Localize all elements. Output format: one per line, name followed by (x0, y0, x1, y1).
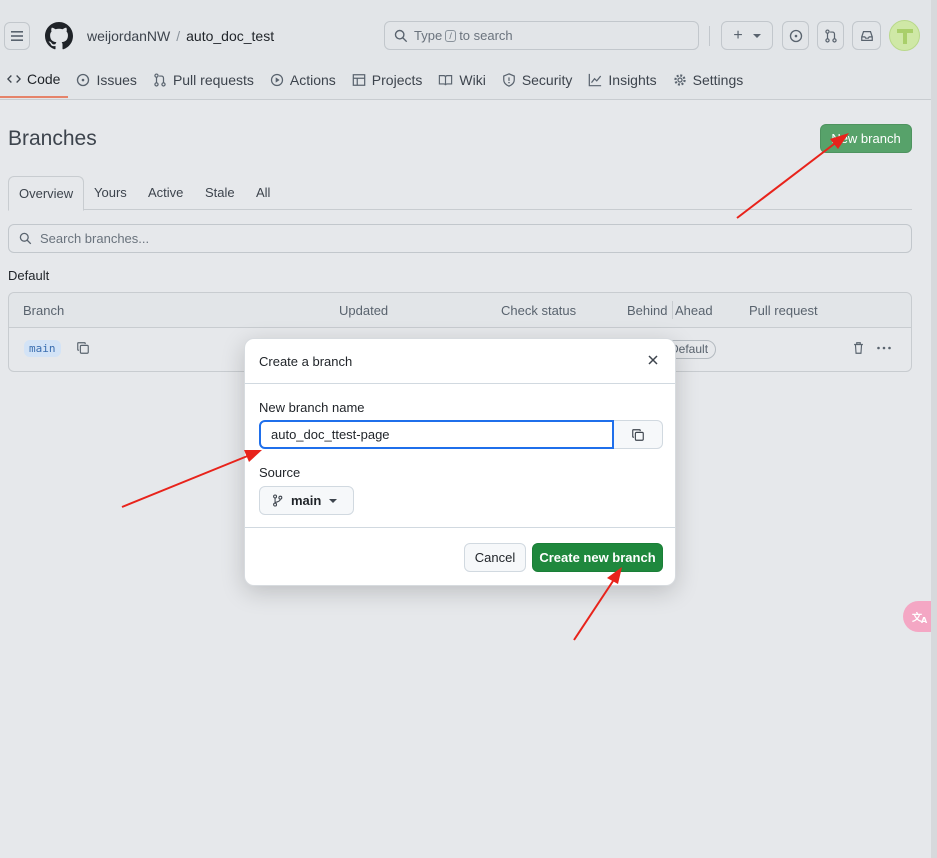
code-icon (7, 75, 21, 83)
breadcrumb-repo[interactable]: auto_doc_test (186, 28, 274, 44)
tab-security[interactable]: Security (494, 62, 581, 98)
repo-header: weijordanNW / auto_doc_test Type / to search… (0, 0, 937, 100)
column-header-behind: Behind (627, 303, 668, 318)
column-header-branch: Branch (23, 303, 65, 318)
avatar-identicon-icon (896, 28, 913, 44)
translate-icon: 文A (912, 611, 928, 624)
inbox-button[interactable] (852, 21, 881, 50)
table-header: Branch Updated Check status Behind Ahead… (9, 293, 911, 328)
subtab-active[interactable]: Active (148, 176, 183, 210)
create-new-branch-button[interactable]: Create new branch (532, 543, 663, 572)
breadcrumb: weijordanNW / auto_doc_test (87, 28, 274, 44)
close-icon[interactable] (647, 354, 659, 366)
book-icon (439, 75, 453, 86)
git-branch-icon (273, 494, 283, 507)
tab-settings[interactable]: Settings (665, 62, 752, 98)
subtab-all[interactable]: All (256, 176, 270, 210)
tab-label: Issues (96, 72, 137, 88)
hamburger-icon (11, 31, 23, 41)
copy-icon[interactable] (76, 341, 90, 355)
search-suffix: to search (459, 28, 513, 43)
issue-icon (77, 73, 90, 87)
create-new-button[interactable]: + (721, 21, 773, 50)
chevron-down-icon (752, 33, 761, 38)
window-edge-scrollbar[interactable] (931, 0, 937, 858)
plus-icon: + (733, 26, 743, 44)
shield-icon (502, 73, 515, 87)
subtab-yours[interactable]: Yours (94, 176, 127, 210)
your-pull-requests-button[interactable] (817, 21, 844, 50)
tab-projects[interactable]: Projects (344, 62, 431, 98)
branch-search-placeholder: Search branches... (40, 231, 150, 246)
pull-request-icon (154, 73, 166, 87)
tab-label: Security (521, 72, 573, 88)
cancel-button[interactable]: Cancel (464, 543, 526, 572)
global-search-input[interactable]: Type / to search (384, 21, 699, 50)
tab-label: Projects (371, 72, 423, 88)
tab-label: Insights (608, 72, 657, 88)
branch-filter-tabs: Overview Yours Active Stale All (8, 176, 912, 211)
copy-branch-name-button[interactable] (614, 420, 663, 449)
dialog-header: Create a branch (245, 339, 675, 384)
menu-button[interactable] (4, 22, 30, 50)
section-label-default: Default (8, 268, 50, 283)
search-shortcut-key: / (445, 29, 457, 42)
play-icon (270, 73, 284, 87)
source-label: Source (259, 465, 301, 480)
copy-icon (632, 428, 644, 441)
inbox-icon (860, 30, 873, 41)
graph-icon (589, 73, 602, 87)
branch-name-link[interactable]: main (24, 340, 61, 357)
tab-label: Code (27, 71, 61, 87)
issue-icon (789, 29, 802, 42)
tab-insights[interactable]: Insights (580, 62, 664, 98)
trash-icon[interactable] (852, 341, 865, 355)
user-avatar[interactable] (889, 20, 920, 51)
tab-pull-requests[interactable]: Pull requests (145, 62, 262, 98)
column-header-pull-request: Pull request (749, 303, 818, 318)
column-header-updated: Updated (339, 303, 389, 318)
annotation-arrow-branch-name (121, 450, 262, 508)
tab-label: Wiki (459, 72, 486, 88)
repo-nav-tabs: Code Issues Pull requests Actions Projec… (0, 62, 751, 100)
tab-wiki[interactable]: Wiki (430, 62, 493, 98)
branch-name-input[interactable] (259, 420, 614, 449)
branch-name-label: New branch name (259, 400, 365, 415)
your-issues-button[interactable] (782, 21, 809, 50)
column-header-check-status: Check status (501, 303, 577, 318)
search-prefix: Type (414, 28, 443, 43)
svg-text:A: A (921, 616, 928, 624)
source-branch-value: main (291, 493, 322, 508)
breadcrumb-separator: / (176, 28, 181, 44)
create-branch-dialog: Create a branch New branch name Source m… (244, 338, 676, 586)
behind-ahead-divider (672, 301, 673, 319)
tab-label: Actions (289, 72, 336, 88)
kebab-horizontal-icon[interactable] (876, 341, 892, 355)
search-icon (19, 232, 32, 245)
tab-label: Settings (692, 72, 744, 88)
column-header-ahead: Ahead (675, 303, 713, 318)
dialog-title: Create a branch (259, 354, 353, 369)
pull-request-icon (824, 28, 837, 43)
chevron-down-icon (329, 498, 338, 503)
breadcrumb-owner[interactable]: weijordanNW (87, 28, 170, 44)
search-icon (394, 29, 408, 42)
tab-issues[interactable]: Issues (68, 62, 144, 98)
table-icon (352, 74, 366, 86)
branch-search-input[interactable]: Search branches... (8, 224, 912, 253)
subtab-overview[interactable]: Overview (8, 176, 85, 211)
tab-label: Pull requests (172, 72, 254, 88)
dialog-footer: Cancel Create new branch (245, 527, 675, 585)
tab-code[interactable]: Code (0, 62, 69, 98)
github-logo-icon[interactable] (45, 22, 73, 50)
new-branch-button[interactable]: New branch (820, 124, 912, 153)
subtab-stale[interactable]: Stale (205, 176, 235, 210)
tab-actions[interactable]: Actions (262, 62, 344, 98)
gear-icon (673, 74, 686, 86)
source-branch-select[interactable]: main (259, 486, 354, 515)
header-divider (709, 26, 710, 46)
page-title: Branches (8, 127, 97, 150)
